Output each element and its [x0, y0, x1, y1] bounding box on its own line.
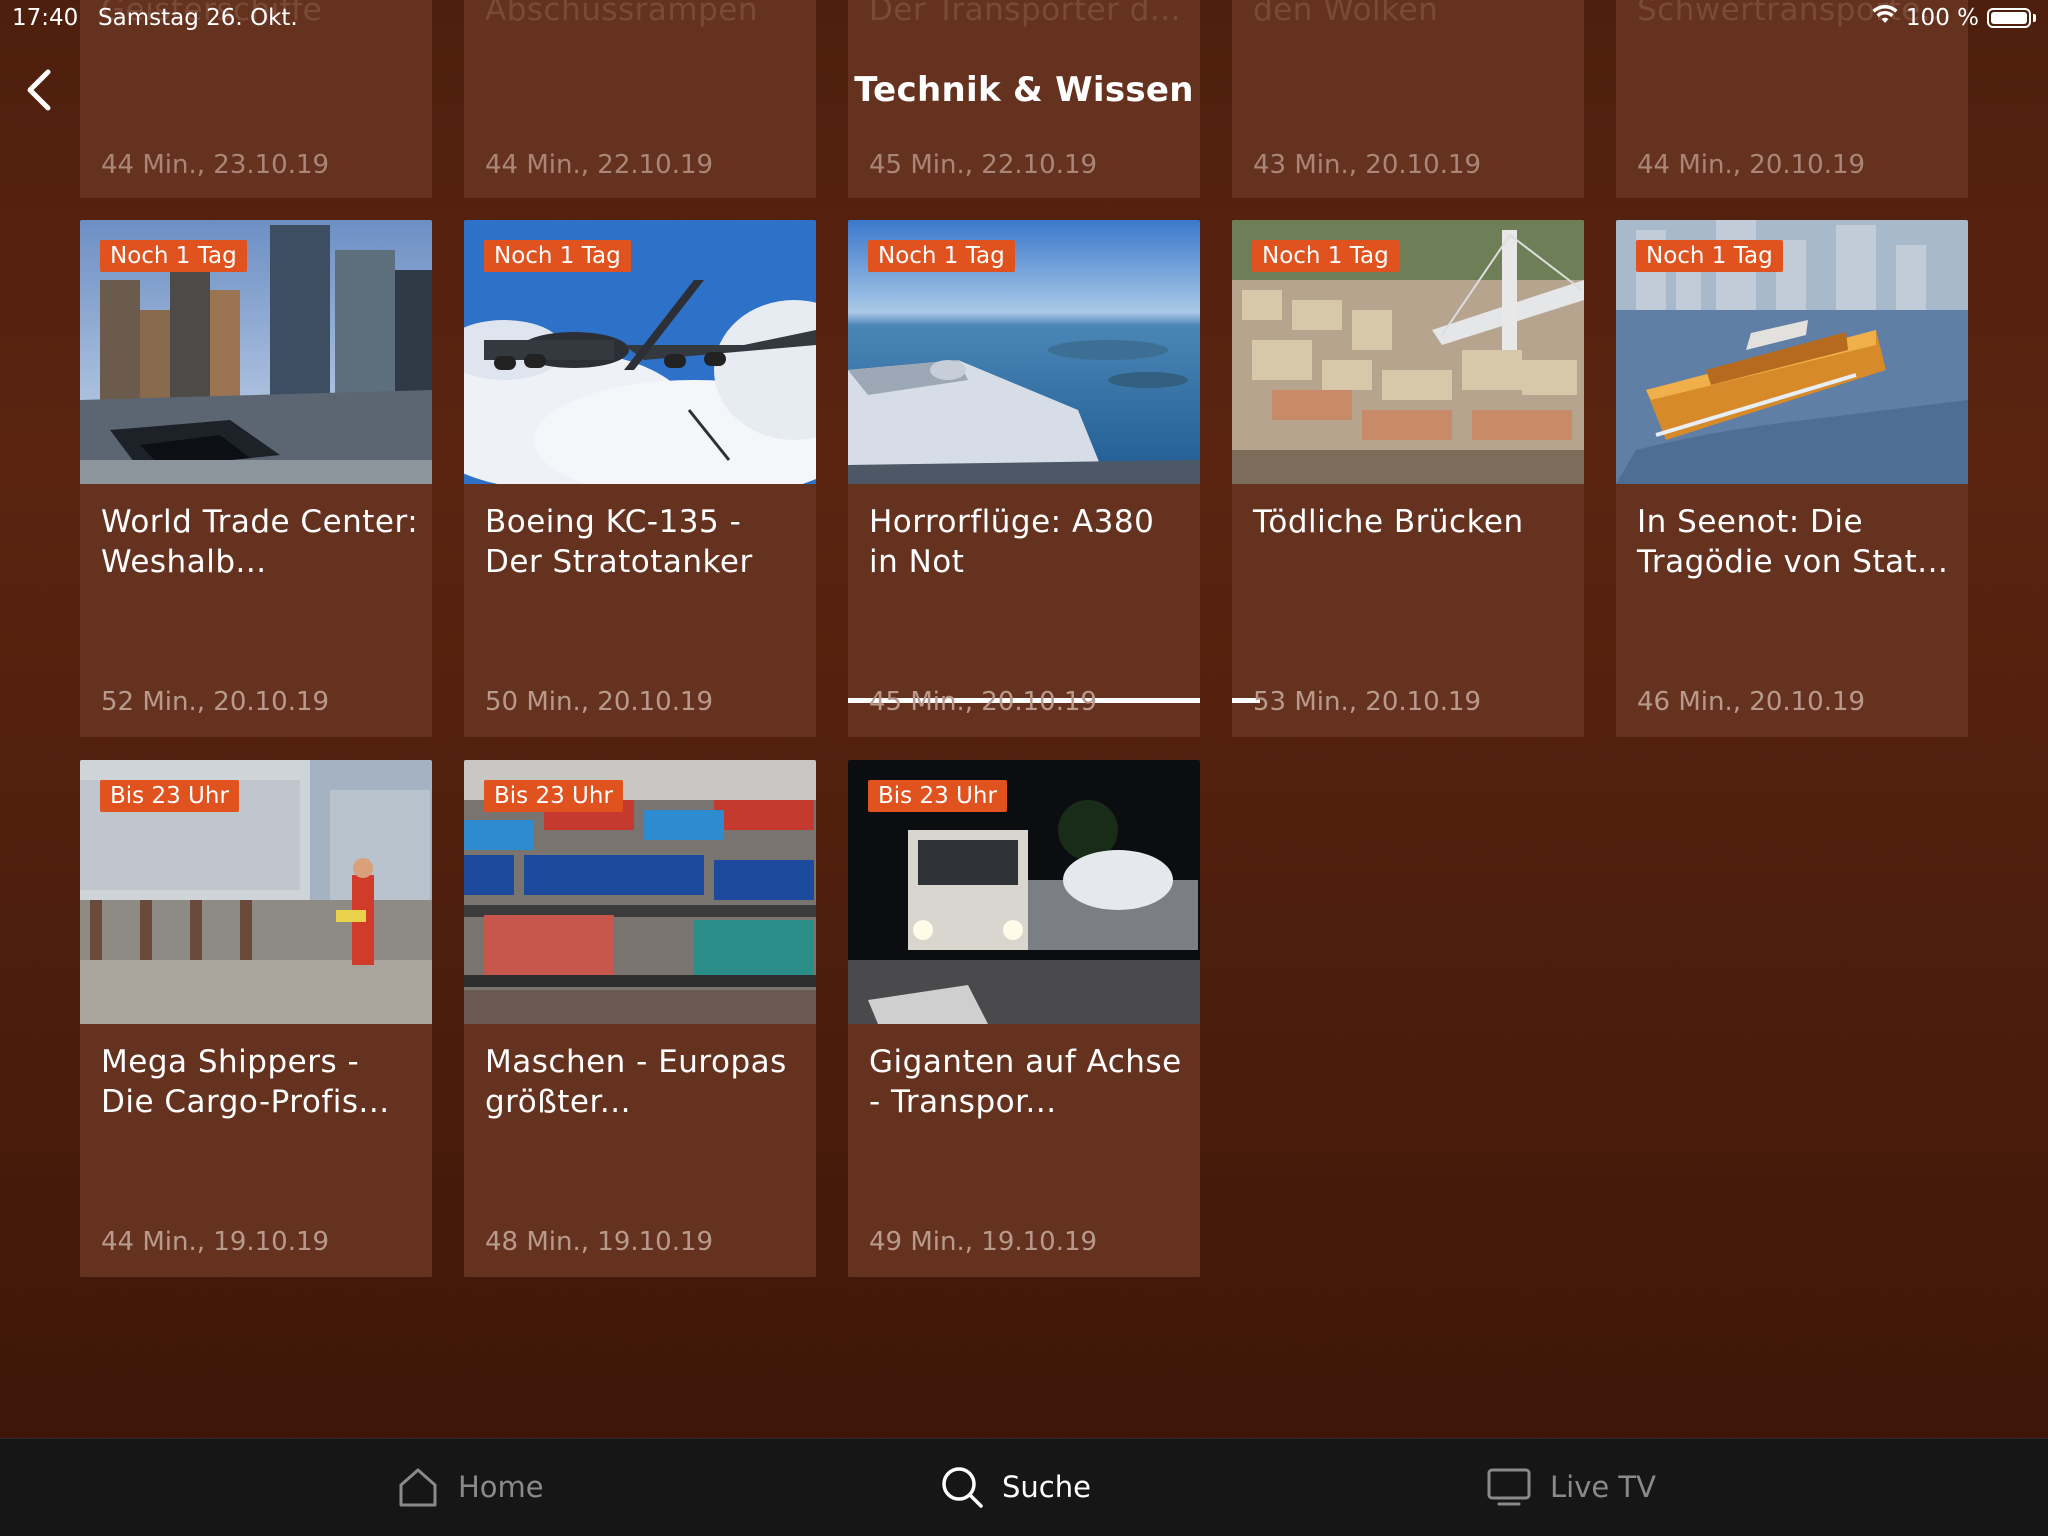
- thumbnail: Bis 23 Uhr: [464, 760, 816, 1024]
- tab-home[interactable]: Home: [396, 1461, 544, 1513]
- availability-badge: Noch 1 Tag: [100, 240, 247, 272]
- card-meta: 50 Min., 20.10.19: [485, 687, 714, 717]
- battery-nub: [2033, 14, 2036, 22]
- search-icon: [942, 1467, 983, 1508]
- card-boeing-kc135[interactable]: Noch 1 Tag Boeing KC-135 - Der Stratotan…: [464, 220, 816, 737]
- status-indicators: 100 %: [1872, 4, 2036, 31]
- card-title: Giganten auf Achse - Transpor...: [869, 1044, 1182, 1120]
- battery-percent: 100 %: [1905, 5, 1979, 31]
- card-world-trade-center[interactable]: Noch 1 Tag World Trade Center: Weshalb..…: [80, 220, 432, 737]
- card-title: In Seenot: Die Tragödie von Stat...: [1637, 504, 1949, 580]
- tab-bar: Home Suche Live TV: [0, 1438, 2048, 1536]
- card-maschen[interactable]: Bis 23 Uhr Maschen - Europas größter... …: [464, 760, 816, 1277]
- thumbnail: Noch 1 Tag: [464, 220, 816, 484]
- card-in-seenot[interactable]: Noch 1 Tag In Seenot: Die Tragödie von S…: [1616, 220, 1968, 737]
- tab-live-tv[interactable]: Live TV: [1486, 1461, 1656, 1513]
- tab-label: Home: [458, 1470, 544, 1504]
- thumbnail: Noch 1 Tag: [1616, 220, 1968, 484]
- card-meta: 44 Min., 23.10.19: [101, 150, 330, 180]
- card-meta: 43 Min., 20.10.19: [1253, 150, 1482, 180]
- tab-label: Live TV: [1550, 1470, 1656, 1504]
- card-title: Tödliche Brücken: [1253, 504, 1524, 540]
- card-giganten-auf-achse[interactable]: Bis 23 Uhr Giganten auf Achse - Transpor…: [848, 760, 1200, 1277]
- tab-label: Suche: [1002, 1470, 1091, 1504]
- availability-badge: Bis 23 Uhr: [100, 780, 239, 812]
- availability-badge: Noch 1 Tag: [1252, 240, 1399, 272]
- card-title: Horrorflüge: A380 in Not: [869, 504, 1155, 580]
- tab-search[interactable]: Suche: [940, 1461, 1091, 1513]
- card-meta: 53 Min., 20.10.19: [1253, 687, 1482, 717]
- thumbnail: Bis 23 Uhr: [848, 760, 1200, 1024]
- card-toedliche-bruecken[interactable]: Noch 1 Tag Tödliche Brücken 53 Min., 20.…: [1232, 220, 1584, 737]
- card-meta: 45 Min., 22.10.19: [869, 150, 1098, 180]
- thumbnail: Noch 1 Tag: [1232, 220, 1584, 484]
- card-mega-shippers[interactable]: Bis 23 Uhr Mega Shippers - Die Cargo-Pro…: [80, 760, 432, 1277]
- chevron-left-icon: [27, 69, 51, 111]
- battery-icon: [1987, 8, 2031, 28]
- card-meta: 52 Min., 20.10.19: [101, 687, 330, 717]
- card-meta: 44 Min., 19.10.19: [101, 1227, 330, 1257]
- card-meta: 46 Min., 20.10.19: [1637, 687, 1866, 717]
- status-date: Samstag 26. Okt.: [98, 5, 298, 31]
- status-time: 17:40: [12, 5, 79, 31]
- card-title: Boeing KC-135 - Der Stratotanker: [485, 504, 753, 580]
- availability-badge: Noch 1 Tag: [1636, 240, 1783, 272]
- thumbnail: Bis 23 Uhr: [80, 760, 432, 1024]
- thumbnail: Noch 1 Tag: [80, 220, 432, 484]
- card-meta: 49 Min., 19.10.19: [869, 1227, 1098, 1257]
- card-meta: 44 Min., 20.10.19: [1637, 150, 1866, 180]
- availability-badge: Bis 23 Uhr: [484, 780, 623, 812]
- availability-badge: Bis 23 Uhr: [868, 780, 1007, 812]
- tv-icon: [1487, 1468, 1531, 1506]
- availability-badge: Noch 1 Tag: [484, 240, 631, 272]
- card-meta: 48 Min., 19.10.19: [485, 1227, 714, 1257]
- card-meta: 45 Min., 20.10.19: [869, 687, 1098, 717]
- availability-badge: Noch 1 Tag: [868, 240, 1015, 272]
- status-bar: 17:40 Samstag 26. Okt. 100 %: [0, 0, 2048, 40]
- back-button[interactable]: [18, 64, 62, 116]
- card-title: Mega Shippers - Die Cargo-Profis...: [101, 1044, 390, 1120]
- thumbnail: Noch 1 Tag: [848, 220, 1200, 484]
- card-meta: 44 Min., 22.10.19: [485, 150, 714, 180]
- card-title: World Trade Center: Weshalb...: [101, 504, 419, 580]
- wifi-icon: [1872, 4, 1898, 31]
- card-title: Maschen - Europas größter...: [485, 1044, 787, 1120]
- home-icon: [399, 1468, 437, 1507]
- card-horrorfluege-a380[interactable]: Noch 1 Tag Horrorflüge: A380 in Not 45 M…: [848, 220, 1200, 737]
